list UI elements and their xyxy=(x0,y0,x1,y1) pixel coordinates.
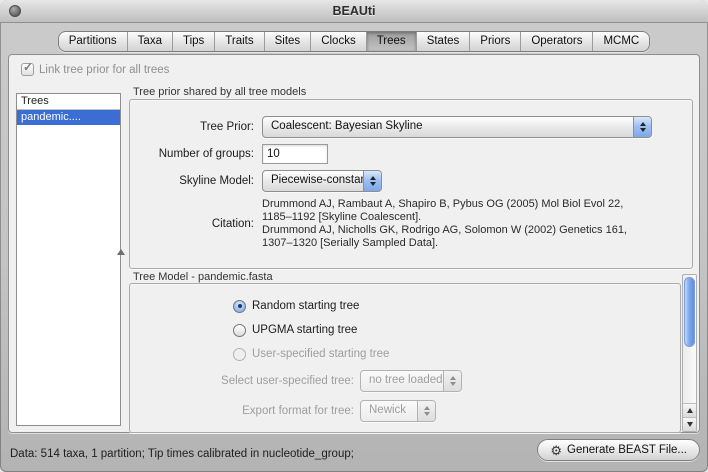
tree-list-header: Trees xyxy=(17,94,120,110)
splitter-collapse-button[interactable] xyxy=(113,245,129,258)
radio-user-specified-starting-tree[interactable]: User-specified starting tree xyxy=(233,346,680,362)
tab-clocks[interactable]: Clocks xyxy=(310,32,366,51)
combo-arrows-icon xyxy=(417,401,435,421)
generate-beast-file-button[interactable]: ⚙ Generate BEAST File... xyxy=(537,439,700,461)
number-of-groups-input[interactable] xyxy=(262,144,328,164)
radio-disabled-icon xyxy=(233,348,246,361)
tree-model-group-title: Tree Model - pandemic.fasta xyxy=(133,271,273,283)
number-of-groups-label: Number of groups: xyxy=(136,148,254,160)
scroll-up-button[interactable] xyxy=(683,403,696,417)
scroll-down-button[interactable] xyxy=(683,417,696,431)
radio-unselected-icon xyxy=(233,324,246,337)
tab-taxa[interactable]: Taxa xyxy=(127,32,172,51)
tab-sites[interactable]: Sites xyxy=(264,32,311,51)
scrollbar-thumb[interactable] xyxy=(684,277,695,347)
tab-tips[interactable]: Tips xyxy=(172,32,214,51)
tab-priors[interactable]: Priors xyxy=(469,32,520,51)
export-format-select[interactable]: Newick xyxy=(360,400,436,422)
arrow-up-icon xyxy=(687,408,693,413)
tree-prior-row: Tree Prior: Coalescent: Bayesian Skyline xyxy=(136,116,682,138)
citation-row: Citation: Drummond AJ, Rambaut A, Shapir… xyxy=(136,198,682,250)
tree-list-item-pandemic[interactable]: pandemic.... xyxy=(17,110,120,125)
tab-mcmc[interactable]: MCMC xyxy=(592,32,649,51)
tree-model-group: Random starting tree UPGMA starting tree… xyxy=(129,283,681,433)
tab-trees[interactable]: Trees xyxy=(366,32,416,51)
status-bar: Data: 514 taxa, 1 partition; Tip times c… xyxy=(0,433,708,472)
skyline-model-row: Skyline Model: Piecewise-constant xyxy=(136,170,682,192)
checkmark-icon: ✓ xyxy=(23,60,33,74)
tab-bar: Partitions Taxa Tips Traits Sites Clocks… xyxy=(0,31,708,52)
export-format-row: Export format for tree: Newick xyxy=(130,400,680,422)
radio-random-starting-tree[interactable]: Random starting tree xyxy=(233,298,680,314)
gear-icon: ⚙ xyxy=(550,444,562,457)
window-title: BEAUti xyxy=(0,4,708,18)
tree-prior-select[interactable]: Coalescent: Bayesian Skyline xyxy=(262,116,652,138)
combo-arrows-icon xyxy=(363,171,381,191)
select-user-tree-select[interactable]: no tree loaded xyxy=(360,370,462,392)
tab-traits[interactable]: Traits xyxy=(214,32,263,51)
link-tree-prior-label: Link tree prior for all trees xyxy=(39,64,169,76)
link-tree-prior-checkbox[interactable]: ✓ xyxy=(21,63,34,76)
tree-prior-group-title: Tree prior shared by all tree models xyxy=(133,86,306,98)
trees-panel: ✓ Link tree prior for all trees Trees pa… xyxy=(8,54,700,433)
status-text: Data: 514 taxa, 1 partition; Tip times c… xyxy=(10,448,354,460)
number-of-groups-row: Number of groups: xyxy=(136,144,682,164)
citation-label: Citation: xyxy=(136,218,254,230)
export-format-label: Export format for tree: xyxy=(130,405,354,417)
select-user-tree-label: Select user-specified tree: xyxy=(130,375,354,387)
tab-states[interactable]: States xyxy=(416,32,470,51)
tree-prior-group: Tree Prior: Coalescent: Bayesian Skyline… xyxy=(129,99,693,269)
link-tree-prior-row: ✓ Link tree prior for all trees xyxy=(21,63,169,76)
scrollbar-arrows xyxy=(683,403,696,431)
chevron-up-icon xyxy=(117,249,125,255)
beauti-window: BEAUti Partitions Taxa Tips Traits Sites… xyxy=(0,0,708,472)
combo-arrows-icon xyxy=(443,371,461,391)
generate-beast-file-label: Generate BEAST File... xyxy=(567,444,687,456)
tree-list: Trees pandemic.... xyxy=(16,93,121,426)
skyline-model-select[interactable]: Piecewise-constant xyxy=(262,170,382,192)
radio-upgma-starting-tree[interactable]: UPGMA starting tree xyxy=(233,322,680,338)
skyline-model-label: Skyline Model: xyxy=(136,175,254,187)
tree-prior-label: Tree Prior: xyxy=(136,121,254,133)
arrow-down-icon xyxy=(687,422,693,427)
tab-partitions[interactable]: Partitions xyxy=(59,32,127,51)
title-bar: BEAUti xyxy=(0,0,708,23)
citation-text: Drummond AJ, Rambaut A, Shapiro B, Pybus… xyxy=(262,198,627,250)
tab-operators[interactable]: Operators xyxy=(520,32,592,51)
combo-arrows-icon xyxy=(633,117,651,137)
select-user-tree-row: Select user-specified tree: no tree load… xyxy=(130,370,680,392)
radio-selected-icon xyxy=(233,300,246,313)
vertical-scrollbar[interactable] xyxy=(682,274,697,432)
